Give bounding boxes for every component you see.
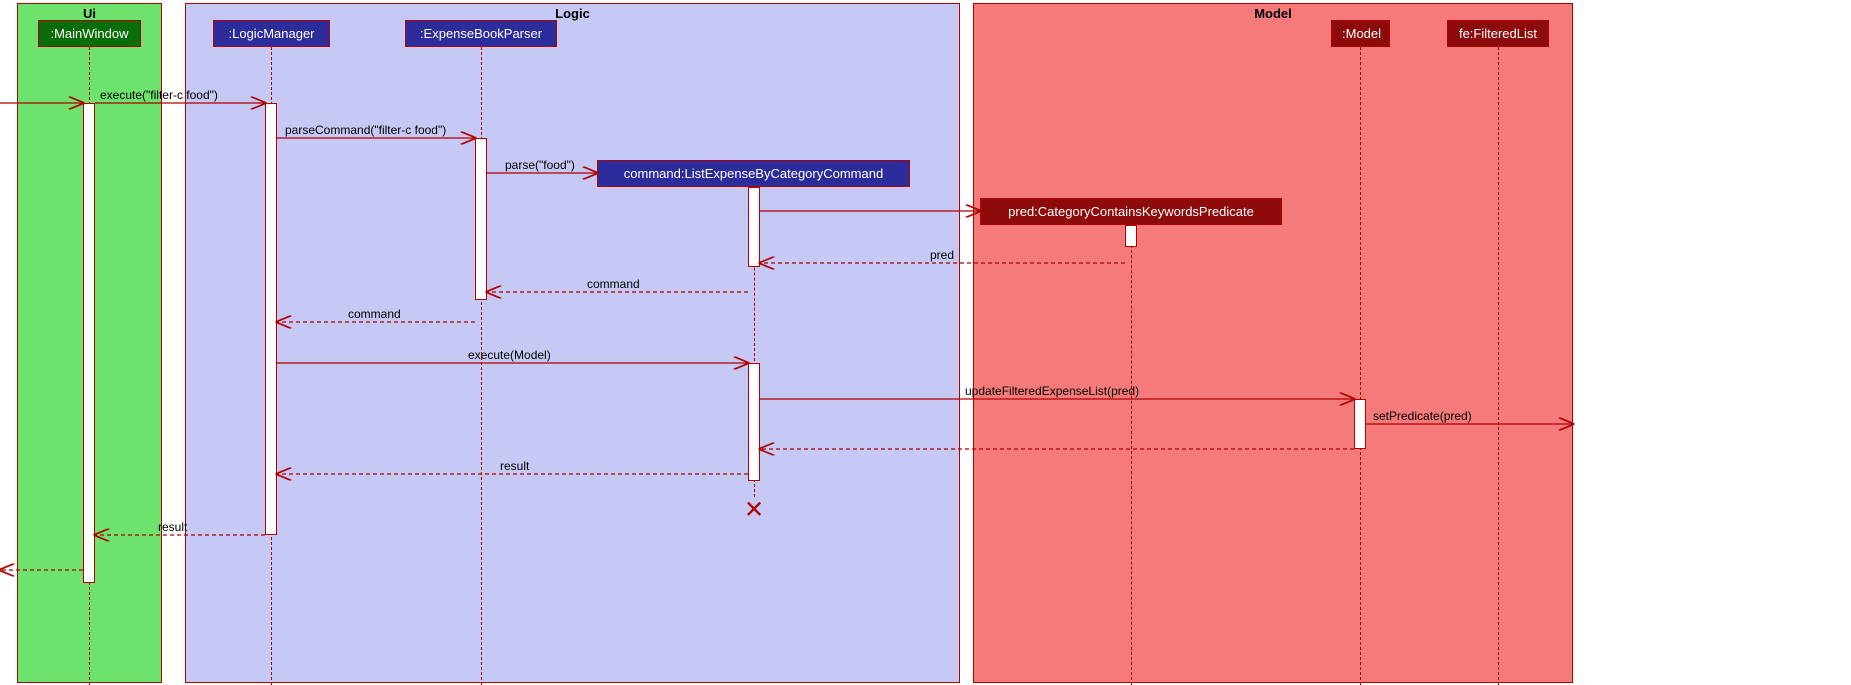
msg-parse: parse("food") [505, 158, 575, 172]
filteredlist-head: fe:FilteredList [1447, 20, 1549, 47]
parser-label: :ExpenseBookParser [420, 26, 542, 41]
msg-execute-model: execute(Model) [468, 348, 551, 362]
mainwindow-label: :MainWindow [50, 26, 128, 41]
msg-pred: pred [930, 248, 954, 262]
model-container: Model [973, 3, 1573, 683]
mainwindow-activation [83, 103, 95, 583]
filteredlist-label: fe:FilteredList [1459, 26, 1537, 41]
command-activation-1 [748, 187, 760, 267]
msg-result1: result [500, 459, 529, 473]
filteredlist-lifeline [1498, 47, 1499, 685]
parser-head: :ExpenseBookParser [405, 20, 557, 47]
pred-lifeline [1131, 225, 1132, 685]
logicmanager-activation [265, 103, 277, 535]
msg-command1: command [587, 277, 640, 291]
command-head: command:ListExpenseByCategoryCommand [597, 160, 910, 187]
pred-head: pred:CategoryContainsKeywordsPredicate [980, 198, 1282, 225]
logic-label: Logic [555, 6, 590, 21]
modelobj-lifeline [1360, 47, 1361, 685]
modelobj-activation [1354, 399, 1366, 449]
msg-parsecommand: parseCommand("filter-c food") [285, 123, 446, 137]
pred-label: pred:CategoryContainsKeywordsPredicate [1008, 204, 1254, 219]
msg-setpredicate: setPredicate(pred) [1373, 409, 1472, 423]
msg-updatefiltered: updateFilteredExpenseList(pred) [965, 384, 1139, 398]
ui-label: Ui [83, 6, 96, 21]
msg-execute: execute("filter-c food") [100, 88, 218, 102]
mainwindow-head: :MainWindow [38, 20, 141, 47]
msg-result2: result [158, 520, 187, 534]
command-activation-2 [748, 363, 760, 481]
msg-command2: command [348, 307, 401, 321]
logicmanager-label: :LogicManager [229, 26, 315, 41]
pred-activation [1125, 225, 1137, 247]
logic-container: Logic [185, 3, 960, 683]
modelobj-label: :Model [1342, 26, 1381, 41]
destroy-x-icon: ✕ [744, 496, 764, 525]
model-label: Model [1254, 6, 1292, 21]
command-label: command:ListExpenseByCategoryCommand [624, 166, 883, 181]
modelobj-head: :Model [1331, 20, 1390, 47]
logicmanager-head: :LogicManager [213, 20, 330, 47]
parser-activation [475, 138, 487, 300]
